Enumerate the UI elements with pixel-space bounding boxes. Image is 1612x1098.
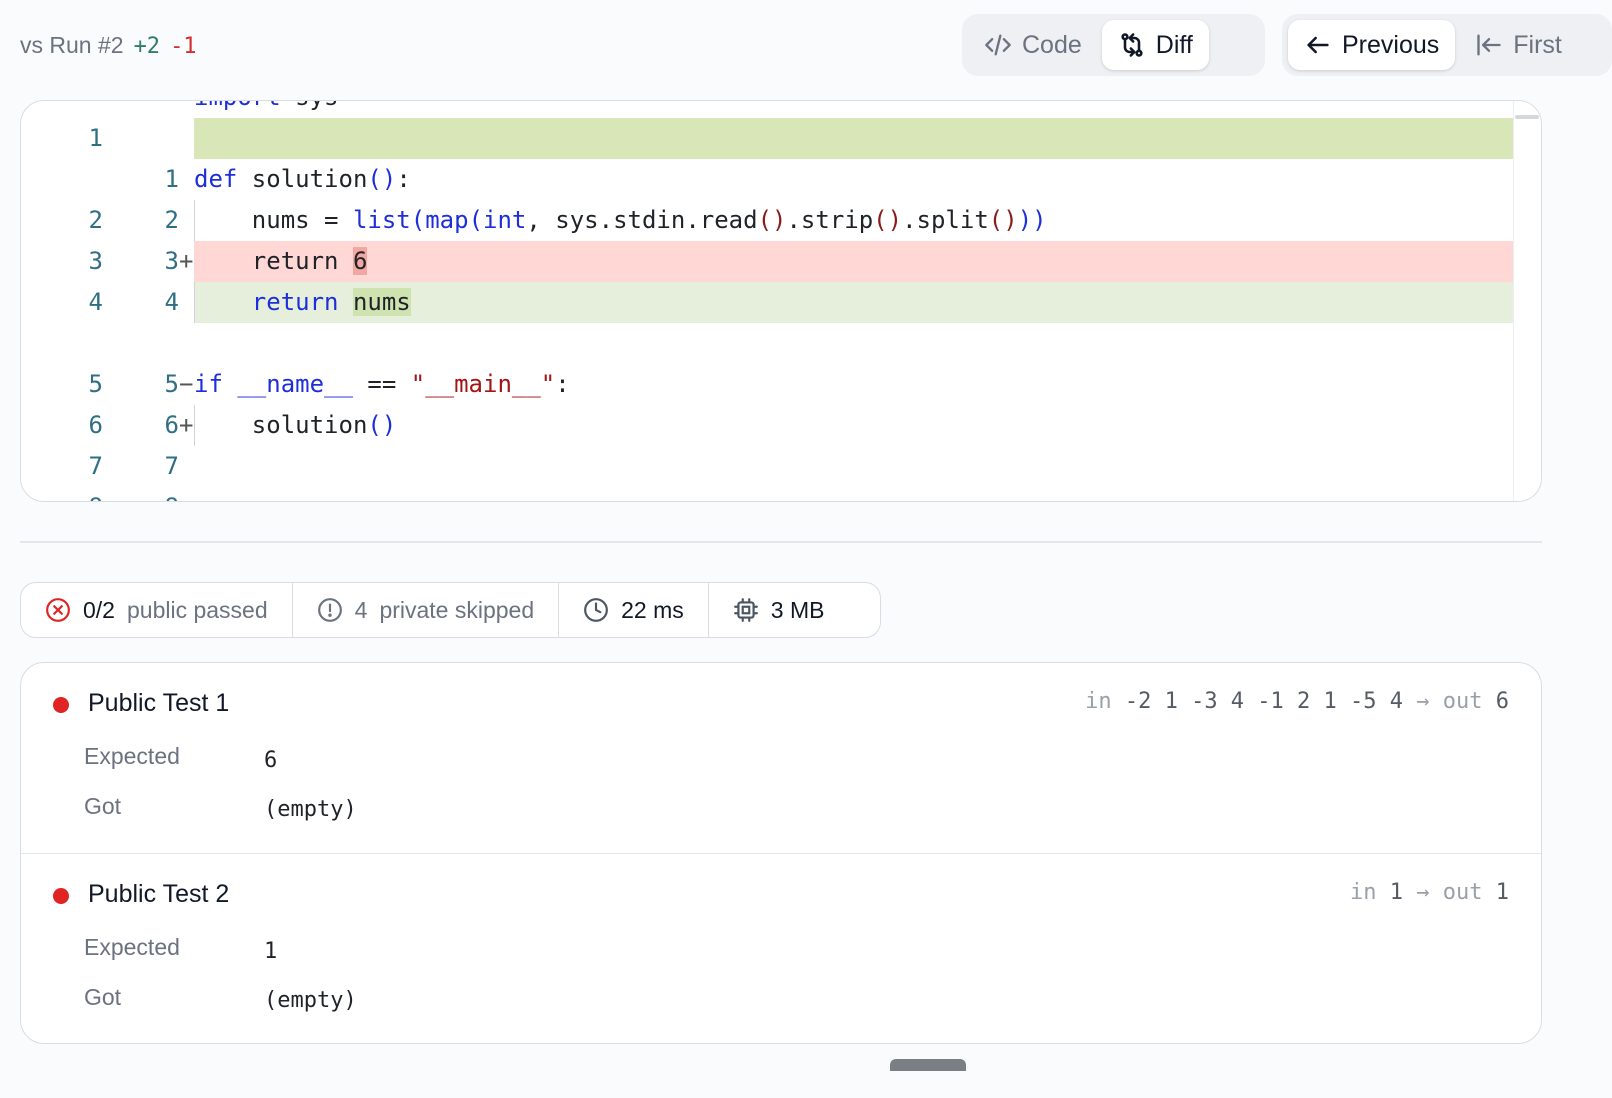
test-input: 1 — [1389, 880, 1403, 905]
diff-line: 7 8 solution() — [21, 405, 1541, 501]
code-scrollbar-thumb[interactable] — [1515, 115, 1539, 119]
diff-line: 2 + — [21, 118, 1541, 275]
in-label: in — [1085, 689, 1112, 714]
diff-line: 3 4 nums = list(map(int, sys.stdin.read(… — [21, 200, 1541, 316]
vs-run-summary: vs Run #2 +2 -1 — [20, 32, 197, 59]
test-name: Public Test 1 — [88, 689, 230, 717]
diff-icon — [1121, 33, 1143, 57]
got-value: (empty) — [264, 797, 357, 822]
run-navigation: Previous First — [1282, 14, 1612, 76]
code-text: nums = list(map(int, sys.stdin.read().st… — [194, 206, 1047, 234]
private-label: private skipped — [379, 596, 535, 623]
got-label: Got — [84, 984, 122, 1010]
diff-view-button[interactable]: Diff — [1101, 20, 1209, 70]
first-button[interactable]: First — [1459, 20, 1578, 70]
expected-value: 6 — [264, 748, 278, 773]
memory-usage: 3 MB — [770, 596, 825, 623]
expected-value: 1 — [264, 939, 278, 964]
indent-guide — [194, 282, 195, 323]
arrow-left-icon — [1307, 36, 1329, 54]
diff-line: 2 3 def solution(): — [21, 159, 1541, 275]
code-icon — [985, 34, 1011, 56]
code-text: def solution(): — [194, 165, 411, 193]
diff-line: 1 1 import sys — [21, 101, 1541, 193]
clock-icon — [584, 598, 609, 622]
in-label: in — [1350, 880, 1377, 905]
code-text: return 6 — [194, 241, 1541, 282]
test-output: 6 — [1495, 689, 1509, 714]
got-value: (empty) — [264, 988, 357, 1013]
section-divider — [20, 541, 1542, 543]
diff-line: 5 6 — [21, 323, 1541, 439]
diff-lines: 1 1 import sys 2 + 2 3 def solution(): 3… — [21, 101, 1541, 501]
diff-line: 4 − return 6 — [21, 241, 1541, 398]
test-name: Public Test 2 — [88, 880, 230, 908]
diff-view-label: Diff — [1155, 30, 1193, 59]
chip-icon — [733, 598, 758, 622]
test-result-item[interactable]: Public Test 1 in -2 1 -3 4 -1 2 1 -5 4 →… — [21, 663, 1541, 853]
out-label: out — [1442, 689, 1483, 714]
test-results: Public Test 1 in -2 1 -3 4 -1 2 1 -5 4 →… — [20, 662, 1542, 1044]
code-text: return nums — [194, 282, 1541, 323]
test-io-summary: in -2 1 -3 4 -1 2 1 -5 4 → out 6 — [1085, 689, 1509, 714]
added-count: +2 — [133, 34, 161, 59]
arrow-to-start-icon — [1477, 34, 1501, 56]
expected-label: Expected — [84, 743, 180, 769]
arrow-right-icon: → — [1416, 880, 1430, 905]
code-view-button[interactable]: Code — [968, 20, 1098, 70]
out-label: out — [1442, 880, 1483, 905]
fail-status-dot — [53, 888, 69, 904]
code-text: solution() — [194, 411, 397, 439]
arrow-right-icon: → — [1416, 689, 1430, 714]
run-stats: 0/2 public passed 4 private skipped 22 m… — [20, 582, 881, 638]
test-result-item[interactable]: Public Test 2 in 1 → out 1 Expected 1 Go… — [21, 853, 1541, 1043]
diff-line: 5 + return nums — [21, 282, 1541, 439]
vs-run-label: vs Run #2 — [20, 32, 124, 58]
resize-handle[interactable] — [890, 1059, 966, 1071]
new-line-number: 8 — [139, 487, 179, 501]
private-count: 4 — [354, 596, 368, 623]
diff-line: 6 7 if __name__ == "__main__": — [21, 364, 1541, 480]
diff-line: 8 9 — [21, 446, 1541, 501]
private-tests-stat: 4 private skipped — [293, 583, 560, 637]
fail-status-dot — [53, 697, 69, 713]
code-scrollbar[interactable] — [1513, 101, 1541, 501]
diff-header: vs Run #2 +2 -1 Code Diff Previous First — [20, 14, 1612, 76]
code-text: if __name__ == "__main__": — [194, 370, 570, 398]
got-label: Got — [84, 793, 122, 819]
test-input: -2 1 -3 4 -1 2 1 -5 4 — [1124, 689, 1403, 714]
alert-circle-icon — [317, 598, 342, 622]
public-count: 0/2 — [83, 596, 115, 623]
public-label: public passed — [126, 596, 268, 623]
test-output: 1 — [1495, 880, 1509, 905]
public-tests-stat: 0/2 public passed — [21, 583, 293, 637]
memory-stat: 3 MB — [709, 583, 849, 637]
code-text: import sys — [194, 101, 1541, 118]
x-circle-icon — [46, 598, 70, 622]
first-label: First — [1513, 30, 1562, 59]
indent-guide — [194, 405, 195, 446]
code-diff-panel[interactable]: 1 1 import sys 2 + 2 3 def solution(): 3… — [20, 100, 1542, 502]
previous-button[interactable]: Previous — [1288, 20, 1456, 70]
previous-label: Previous — [1342, 30, 1440, 59]
run-time: 22 ms — [621, 596, 684, 623]
indent-guide — [194, 200, 195, 241]
code-text — [194, 118, 1541, 159]
view-toggle: Code Diff — [962, 14, 1265, 76]
expected-label: Expected — [84, 934, 180, 960]
old-line-number: 8 — [63, 487, 103, 501]
code-view-label: Code — [1022, 30, 1082, 59]
time-stat: 22 ms — [559, 583, 709, 637]
removed-count: -1 — [170, 34, 197, 59]
test-io-summary: in 1 → out 1 — [1350, 880, 1509, 905]
